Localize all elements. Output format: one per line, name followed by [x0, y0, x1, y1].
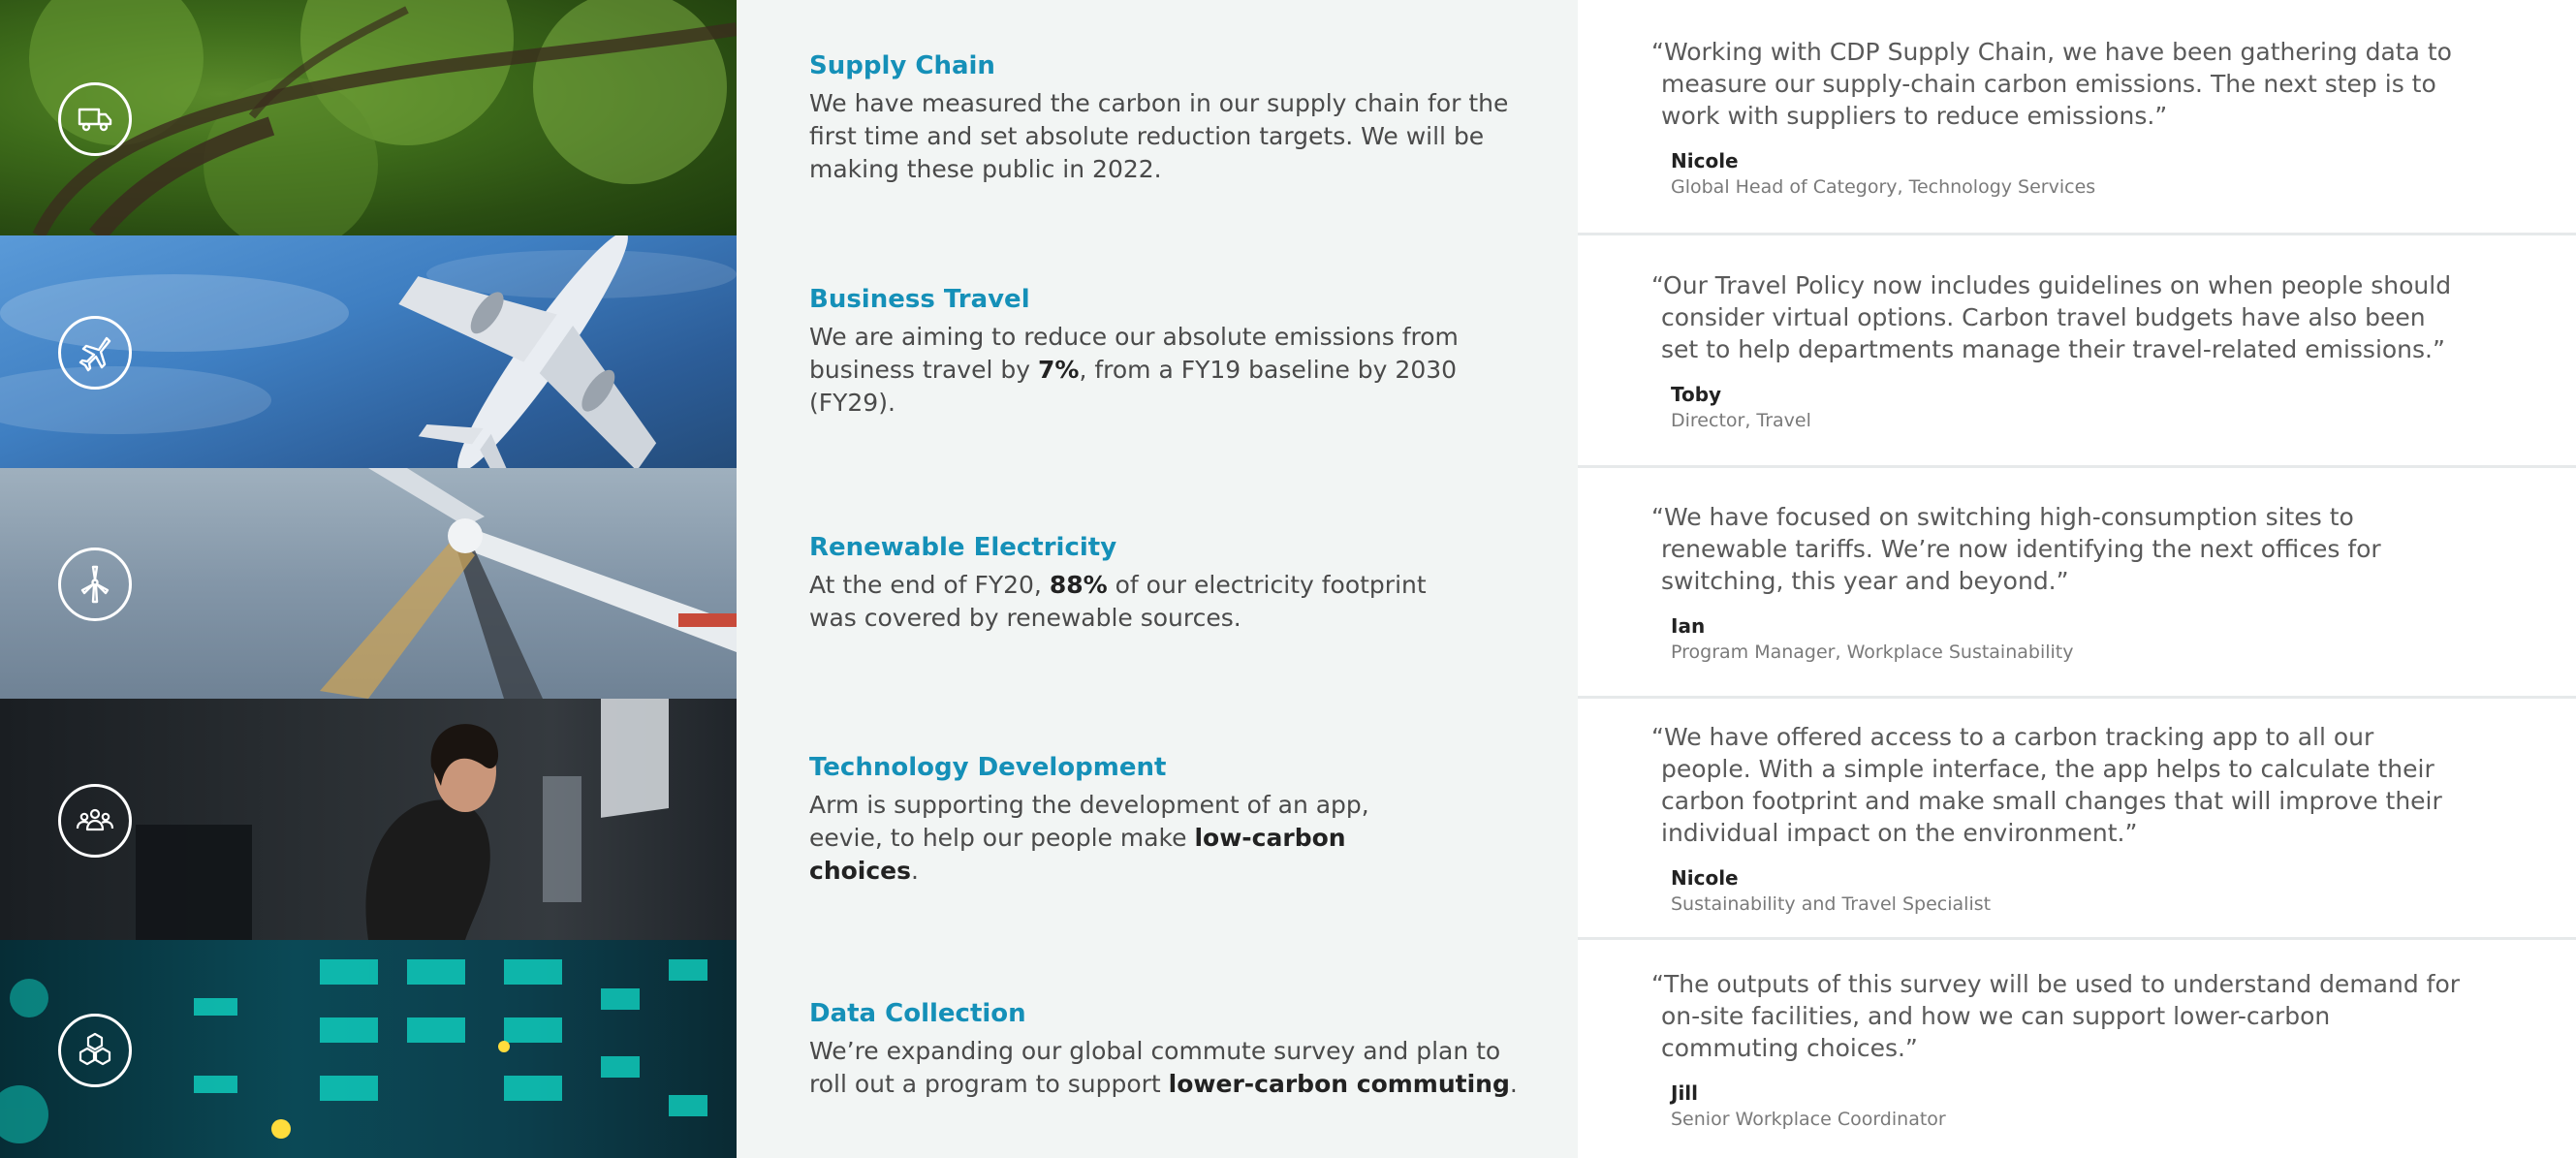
initiative-row-supply-chain: Supply Chain We have measured the carbon… — [0, 0, 2576, 235]
quote-author-role: Sustainability and Travel Specialist — [1671, 893, 1992, 915]
carbon-initiatives-page: Supply Chain We have measured the carbon… — [0, 0, 2576, 1158]
quote-author-name: Nicole — [1671, 866, 1739, 890]
emphasis-text: lower-carbon commuting — [1168, 1069, 1510, 1098]
airplane-icon — [58, 316, 132, 390]
tree-canopy-image — [0, 0, 737, 235]
wind-turbine-icon — [58, 548, 132, 621]
quote-author-name: Toby — [1671, 383, 1722, 406]
initiative-row-technology-development: Technology Development Arm is supporting… — [0, 699, 2576, 940]
quote-panel: “The outputs of this survey will be used… — [1578, 940, 2576, 1158]
quote-author-name: Ian — [1671, 614, 1706, 638]
initiative-title: Business Travel — [809, 285, 1030, 314]
quote-panel: “We have offered access to a carbon trac… — [1578, 699, 2576, 940]
initiative-body: We have measured the carbon in our suppl… — [809, 88, 1509, 183]
initiative-title: Supply Chain — [809, 50, 995, 80]
initiative-panel: Data Collection We’re expanding our glob… — [737, 940, 1609, 1158]
initiative-panel: Technology Development Arm is supporting… — [737, 699, 1609, 940]
wind-turbine-image — [0, 468, 737, 699]
quote-text: “Working with CDP Supply Chain, we have … — [1651, 37, 2452, 130]
initiative-row-business-travel: Business Travel We are aiming to reduce … — [0, 235, 2576, 468]
initiative-body: We are aiming to reduce our absolute emi… — [809, 323, 1459, 417]
emphasis-text: 7% — [1038, 356, 1080, 384]
quote-text: “The outputs of this survey will be used… — [1651, 970, 2461, 1062]
initiative-body: At the end of FY20, 88% of our electrici… — [809, 571, 1427, 632]
quote-text: “Our Travel Policy now includes guidelin… — [1651, 271, 2452, 363]
quote-author-role: Global Head of Category, Technology Serv… — [1671, 175, 2096, 198]
quote-author-role: Program Manager, Workplace Sustainabilit… — [1671, 642, 2074, 663]
initiative-row-renewable-electricity: Renewable Electricity At the end of FY20… — [0, 468, 2576, 699]
initiative-panel: Supply Chain We have measured the carbon… — [737, 0, 1609, 235]
quote-text: “We have offered access to a carbon trac… — [1651, 723, 2442, 847]
emphasis-text: low-carbon choices — [809, 823, 1346, 885]
hexagons-icon — [58, 1013, 132, 1087]
quote-author-role: Director, Travel — [1671, 410, 1811, 431]
initiative-body: Arm is supporting the development of an … — [809, 790, 1369, 885]
initiative-title: Data Collection — [809, 998, 1026, 1028]
quote-author-name: Nicole — [1671, 148, 1739, 172]
emphasis-text: 88% — [1049, 571, 1108, 599]
initiative-panel: Renewable Electricity At the end of FY20… — [737, 468, 1609, 699]
quote-panel: “Working with CDP Supply Chain, we have … — [1578, 0, 2576, 235]
quote-text: “We have focused on switching high-consu… — [1651, 503, 2381, 595]
people-group-icon — [58, 783, 132, 858]
server-rack-image — [0, 940, 737, 1158]
quote-panel: “Our Travel Policy now includes guidelin… — [1578, 235, 2576, 468]
initiative-body: We’re expanding our global commute surve… — [809, 1036, 1518, 1098]
initiative-panel: Business Travel We are aiming to reduce … — [737, 235, 1609, 468]
initiative-row-data-collection: Data Collection We’re expanding our glob… — [0, 940, 2576, 1158]
airplane-sky-image — [0, 235, 737, 468]
quote-panel: “We have focused on switching high-consu… — [1578, 468, 2576, 699]
delivery-truck-icon — [58, 81, 132, 156]
initiative-title: Technology Development — [809, 752, 1167, 782]
woman-at-computer-image — [0, 699, 737, 940]
initiative-title: Renewable Electricity — [809, 533, 1117, 562]
quote-author-role: Senior Workplace Coordinator — [1671, 1109, 1946, 1130]
quote-author-name: Jill — [1671, 1081, 1699, 1105]
